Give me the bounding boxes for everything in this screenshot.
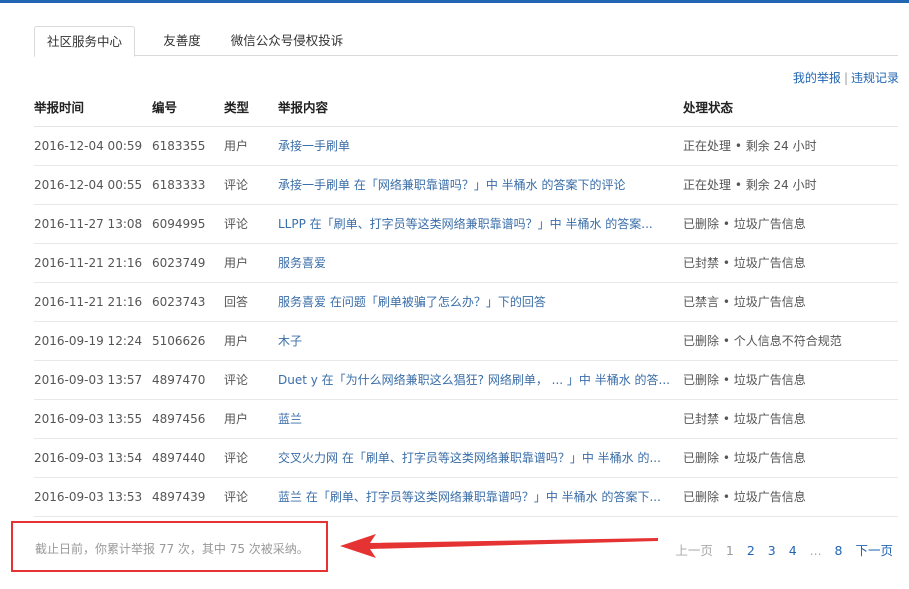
table-row: 2016-09-19 12:24 5106626 用户 木子 已删除 • 个人信… [34, 321, 898, 361]
report-type: 评论 [224, 165, 278, 205]
annotation-arrow-icon [340, 534, 658, 558]
report-table: 举报时间 编号 类型 举报内容 处理状态 2016-12-04 00:59 61… [34, 87, 898, 517]
page-3[interactable]: 3 [768, 543, 776, 558]
column-header-content: 举报内容 [278, 87, 683, 127]
report-content-link[interactable]: 承接一手刷单 在「网络兼职靠谱吗？」中 半桶水 的答案下的评论 [278, 178, 625, 192]
report-content-link[interactable]: 服务喜爱 [278, 256, 326, 270]
report-type: 评论 [224, 360, 278, 400]
report-time: 2016-11-21 21:16 [34, 243, 152, 283]
table-row: 2016-09-03 13:53 4897439 评论 蓝兰 在「刷单、打字员等… [34, 477, 898, 517]
report-time: 2016-12-04 00:55 [34, 165, 152, 205]
next-page-button[interactable]: 下一页 [855, 543, 893, 558]
report-id: 6094995 [152, 204, 224, 244]
report-type: 用户 [224, 243, 278, 283]
report-content-link[interactable]: 木子 [278, 334, 302, 348]
report-id: 5106626 [152, 321, 224, 361]
report-type: 用户 [224, 126, 278, 166]
table-row: 2016-09-03 13:54 4897440 评论 交叉火力网 在「刷单、打… [34, 438, 898, 478]
report-time: 2016-11-21 21:16 [34, 282, 152, 322]
page-4[interactable]: 4 [789, 543, 797, 558]
my-reports-link[interactable]: 我的举报 [793, 71, 841, 85]
tab-community-service[interactable]: 社区服务中心 [34, 26, 135, 57]
column-header-type: 类型 [224, 87, 278, 127]
header-links: 我的举报 | 违规记录 [793, 69, 899, 86]
report-time: 2016-09-19 12:24 [34, 321, 152, 361]
violations-link[interactable]: 违规记录 [851, 71, 899, 85]
page-2[interactable]: 2 [747, 543, 755, 558]
report-type: 评论 [224, 438, 278, 478]
tab-bar: 社区服务中心 友善度 微信公众号侵权投诉 [34, 26, 898, 57]
page-1: 1 [725, 543, 734, 558]
report-id: 4897440 [152, 438, 224, 478]
table-row: 2016-11-21 21:16 6023743 回答 服务喜爱 在问题「刷单被… [34, 282, 898, 322]
report-time: 2016-09-03 13:57 [34, 360, 152, 400]
table-row: 2016-12-04 00:59 6183355 用户 承接一手刷单 正在处理 … [34, 126, 898, 166]
pagination-ellipsis: ... [809, 543, 822, 558]
report-type: 评论 [224, 477, 278, 517]
report-content-link[interactable]: 蓝兰 [278, 412, 302, 426]
report-status: 已删除 • 垃圾广告信息 [683, 204, 898, 244]
prev-page-button[interactable]: 上一页 [675, 543, 713, 558]
report-id: 6023749 [152, 243, 224, 283]
link-separator: | [843, 71, 848, 85]
report-status: 正在处理 • 剩余 24 小时 [683, 165, 898, 205]
report-type: 回答 [224, 282, 278, 322]
report-status: 已删除 • 个人信息不符合规范 [683, 321, 898, 361]
column-header-id: 编号 [152, 87, 224, 127]
report-content-link[interactable]: LLPP 在「刷单、打字员等这类网络兼职靠谱吗？」中 半桶水 的答案... [278, 217, 653, 231]
tab-wechat-complaint[interactable]: 微信公众号侵权投诉 [224, 26, 350, 56]
table-row: 2016-11-27 13:08 6094995 评论 LLPP 在「刷单、打字… [34, 204, 898, 244]
report-content-link[interactable]: Duet y 在「为什么网络兼职这么猖狂? 网络刷单， ... 」中 半桶水 的… [278, 373, 670, 387]
page-8[interactable]: 8 [835, 543, 843, 558]
report-status: 已删除 • 垃圾广告信息 [683, 477, 898, 517]
report-content-link[interactable]: 服务喜爱 在问题「刷单被骗了怎么办？」下的回答 [278, 295, 546, 309]
report-id: 6183333 [152, 165, 224, 205]
report-type: 用户 [224, 321, 278, 361]
report-status: 已删除 • 垃圾广告信息 [683, 360, 898, 400]
report-summary: 截止日前，你累计举报 77 次，其中 75 次被采纳。 [35, 542, 309, 556]
report-id: 4897456 [152, 399, 224, 439]
column-header-status: 处理状态 [683, 87, 898, 127]
report-content-link[interactable]: 蓝兰 在「刷单、打字员等这类网络兼职靠谱吗？」中 半桶水 的答案下... [278, 490, 661, 504]
report-type: 用户 [224, 399, 278, 439]
top-accent-bar [0, 0, 909, 3]
report-id: 4897439 [152, 477, 224, 517]
table-row: 2016-09-03 13:57 4897470 评论 Duet y 在「为什么… [34, 360, 898, 400]
report-time: 2016-12-04 00:59 [34, 126, 152, 166]
table-row: 2016-11-21 21:16 6023749 用户 服务喜爱 已封禁 • 垃… [34, 243, 898, 283]
report-status: 已禁言 • 垃圾广告信息 [683, 282, 898, 322]
table-row: 2016-09-03 13:55 4897456 用户 蓝兰 已封禁 • 垃圾广… [34, 399, 898, 439]
report-status: 已封禁 • 垃圾广告信息 [683, 243, 898, 283]
column-header-time: 举报时间 [34, 87, 152, 127]
report-time: 2016-09-03 13:53 [34, 477, 152, 517]
report-id: 4897470 [152, 360, 224, 400]
report-status: 已删除 • 垃圾广告信息 [683, 438, 898, 478]
report-id: 6023743 [152, 282, 224, 322]
tab-friendliness[interactable]: 友善度 [142, 26, 222, 56]
table-row: 2016-12-04 00:55 6183333 评论 承接一手刷单 在「网络兼… [34, 165, 898, 205]
report-time: 2016-09-03 13:55 [34, 399, 152, 439]
report-time: 2016-09-03 13:54 [34, 438, 152, 478]
report-type: 评论 [224, 204, 278, 244]
report-id: 6183355 [152, 126, 224, 166]
report-status: 正在处理 • 剩余 24 小时 [683, 126, 898, 166]
report-status: 已封禁 • 垃圾广告信息 [683, 399, 898, 439]
report-content-link[interactable]: 承接一手刷单 [278, 139, 350, 153]
table-header-row: 举报时间 编号 类型 举报内容 处理状态 [34, 87, 898, 127]
pagination: 上一页 1 2 3 4 ... 8 下一页 [666, 540, 893, 559]
report-time: 2016-11-27 13:08 [34, 204, 152, 244]
report-content-link[interactable]: 交叉火力网 在「刷单、打字员等这类网络兼职靠谱吗？」中 半桶水 的... [278, 451, 661, 465]
